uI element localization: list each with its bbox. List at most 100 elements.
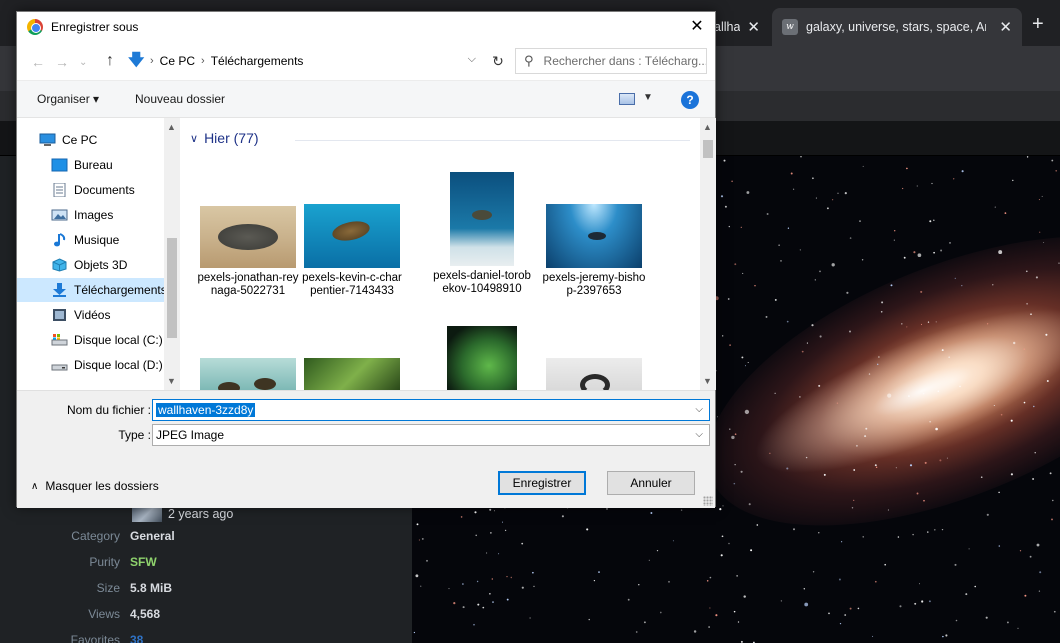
star [672,540,674,542]
nav-item-musique[interactable]: Musique [17,228,180,252]
breadcrumb-separator-icon[interactable]: › [201,55,205,67]
file-item[interactable] [542,358,646,390]
star [941,349,944,352]
close-icon[interactable]: ✕ [999,18,1012,36]
star [998,250,1003,255]
browser-tab-galaxy[interactable]: w galaxy, universe, stars, space, Anc ✕ [772,8,1022,46]
back-arrow-icon[interactable]: ← [31,54,45,70]
nav-item-ce-pc[interactable]: Ce PC [17,128,180,152]
file-item[interactable]: pexels-jonathan-reynaga-5022731 [196,206,300,298]
star [928,600,931,603]
star [913,251,916,254]
save-button[interactable]: Enregistrer [498,471,586,495]
close-icon[interactable]: ✕ [747,18,760,36]
nav-item-images[interactable]: Images [17,203,180,227]
refresh-icon[interactable]: ↻ [483,48,513,74]
file-item[interactable] [432,326,532,390]
uploader-avatar[interactable] [132,506,162,522]
nav-item-objets-3d[interactable]: Objets 3D [17,253,180,277]
filename-label: Nom du fichier : [66,403,151,417]
nav-item-bureau[interactable]: Bureau [17,153,180,177]
star [916,492,919,495]
scroll-down-icon[interactable]: ▼ [703,376,712,386]
star [998,491,1000,494]
star [849,237,852,239]
breadcrumb-separator-icon[interactable]: › [150,55,154,67]
forward-arrow-icon[interactable]: → [55,54,69,70]
star [906,326,908,328]
scrollbar-thumb[interactable] [167,238,177,338]
scrollbar-thumb[interactable] [703,140,713,158]
chevron-down-icon[interactable]: ⌵ [468,53,476,66]
file-item[interactable]: pexels-kevin-c-charpentier-7143433 [300,204,404,298]
new-tab-button[interactable]: + [1032,14,1044,34]
property-row: Views 4,568 [0,607,412,625]
star [998,545,1001,547]
star [823,473,826,476]
star [880,311,883,313]
star [853,469,856,471]
new-folder-button[interactable]: Nouveau dossier [135,92,225,106]
search-box[interactable]: ⚲ Rechercher dans : Télécharg... [515,48,707,74]
group-header-label: Hier (77) [204,130,259,146]
chevron-down-icon[interactable]: ⌵ [695,404,703,415]
resize-grip-icon[interactable] [703,496,713,506]
scroll-up-icon[interactable]: ▲ [167,122,176,132]
star [415,574,419,578]
change-view-icon[interactable] [619,93,635,105]
cancel-button[interactable]: Annuler [607,471,695,495]
file-type-value: JPEG Image [156,428,225,442]
star [1038,590,1041,592]
organize-menu-button[interactable]: Organiser ▾ [37,92,99,106]
file-item[interactable] [196,358,300,390]
star [413,631,416,634]
scroll-down-icon[interactable]: ▼ [167,376,176,386]
uploaded-ago: 2 years ago [168,507,234,521]
nav-item-drive-d[interactable]: Disque local (D:) [17,353,180,377]
star [650,512,653,514]
recent-locations-chevron-icon[interactable]: ⌄ [79,57,87,68]
file-item[interactable]: pexels-daniel-torobekov-10498910 [432,172,532,296]
filename-input[interactable]: wallhaven-3zzd8y ⌵ [152,399,710,421]
star [803,588,805,590]
star [598,571,600,574]
nav-item-documents[interactable]: Documents [17,178,180,202]
chevron-down-icon[interactable]: ▼ [643,92,653,103]
file-list-scrollbar[interactable]: ▲ ▼ [700,118,716,390]
nav-item-drive-c[interactable]: Disque local (C:) [17,328,180,352]
star [716,416,719,418]
star [1019,550,1022,552]
dialog-title-bar[interactable]: Enregistrer sous ✕ [17,12,715,42]
star [723,159,726,162]
hide-folders-toggle[interactable]: ∧ Masquer les dossiers [31,479,159,493]
breadcrumb-ce-pc[interactable]: Ce PC [160,54,195,68]
group-header-hier[interactable]: ∨ Hier (77) [190,130,259,146]
file-item[interactable] [300,358,404,390]
scroll-up-icon[interactable]: ▲ [703,122,712,132]
downloads-icon [53,283,66,297]
star [1030,313,1032,315]
property-value[interactable]: SFW [130,555,157,569]
file-item[interactable]: pexels-jeremy-bishop-2397653 [542,204,646,298]
file-type-select[interactable]: JPEG Image ⌵ [152,424,710,446]
property-value[interactable]: General [130,529,175,543]
star [954,277,956,280]
nav-item-telechargements[interactable]: Téléchargements [17,278,180,302]
up-arrow-icon[interactable]: ↑ [106,52,114,70]
star [909,464,913,467]
navigation-pane-scrollbar[interactable]: ▲ ▼ [164,118,180,390]
property-key: Purity [89,555,120,569]
breadcrumb-downloads[interactable]: Téléchargements [211,54,304,68]
property-value[interactable]: 38 [130,633,143,643]
help-icon[interactable]: ? [681,91,699,109]
computer-icon [39,133,56,146]
star [849,330,851,333]
star [521,586,524,589]
star [504,529,507,532]
videos-icon [53,309,66,321]
chevron-down-icon[interactable]: ⌵ [695,429,703,440]
nav-item-videos[interactable]: Vidéos [17,303,180,327]
star [992,284,994,286]
close-dialog-button[interactable]: ✕ [685,16,709,38]
address-bar[interactable]: 🡇 › Ce PC › Téléchargements ⌵ [125,48,483,74]
